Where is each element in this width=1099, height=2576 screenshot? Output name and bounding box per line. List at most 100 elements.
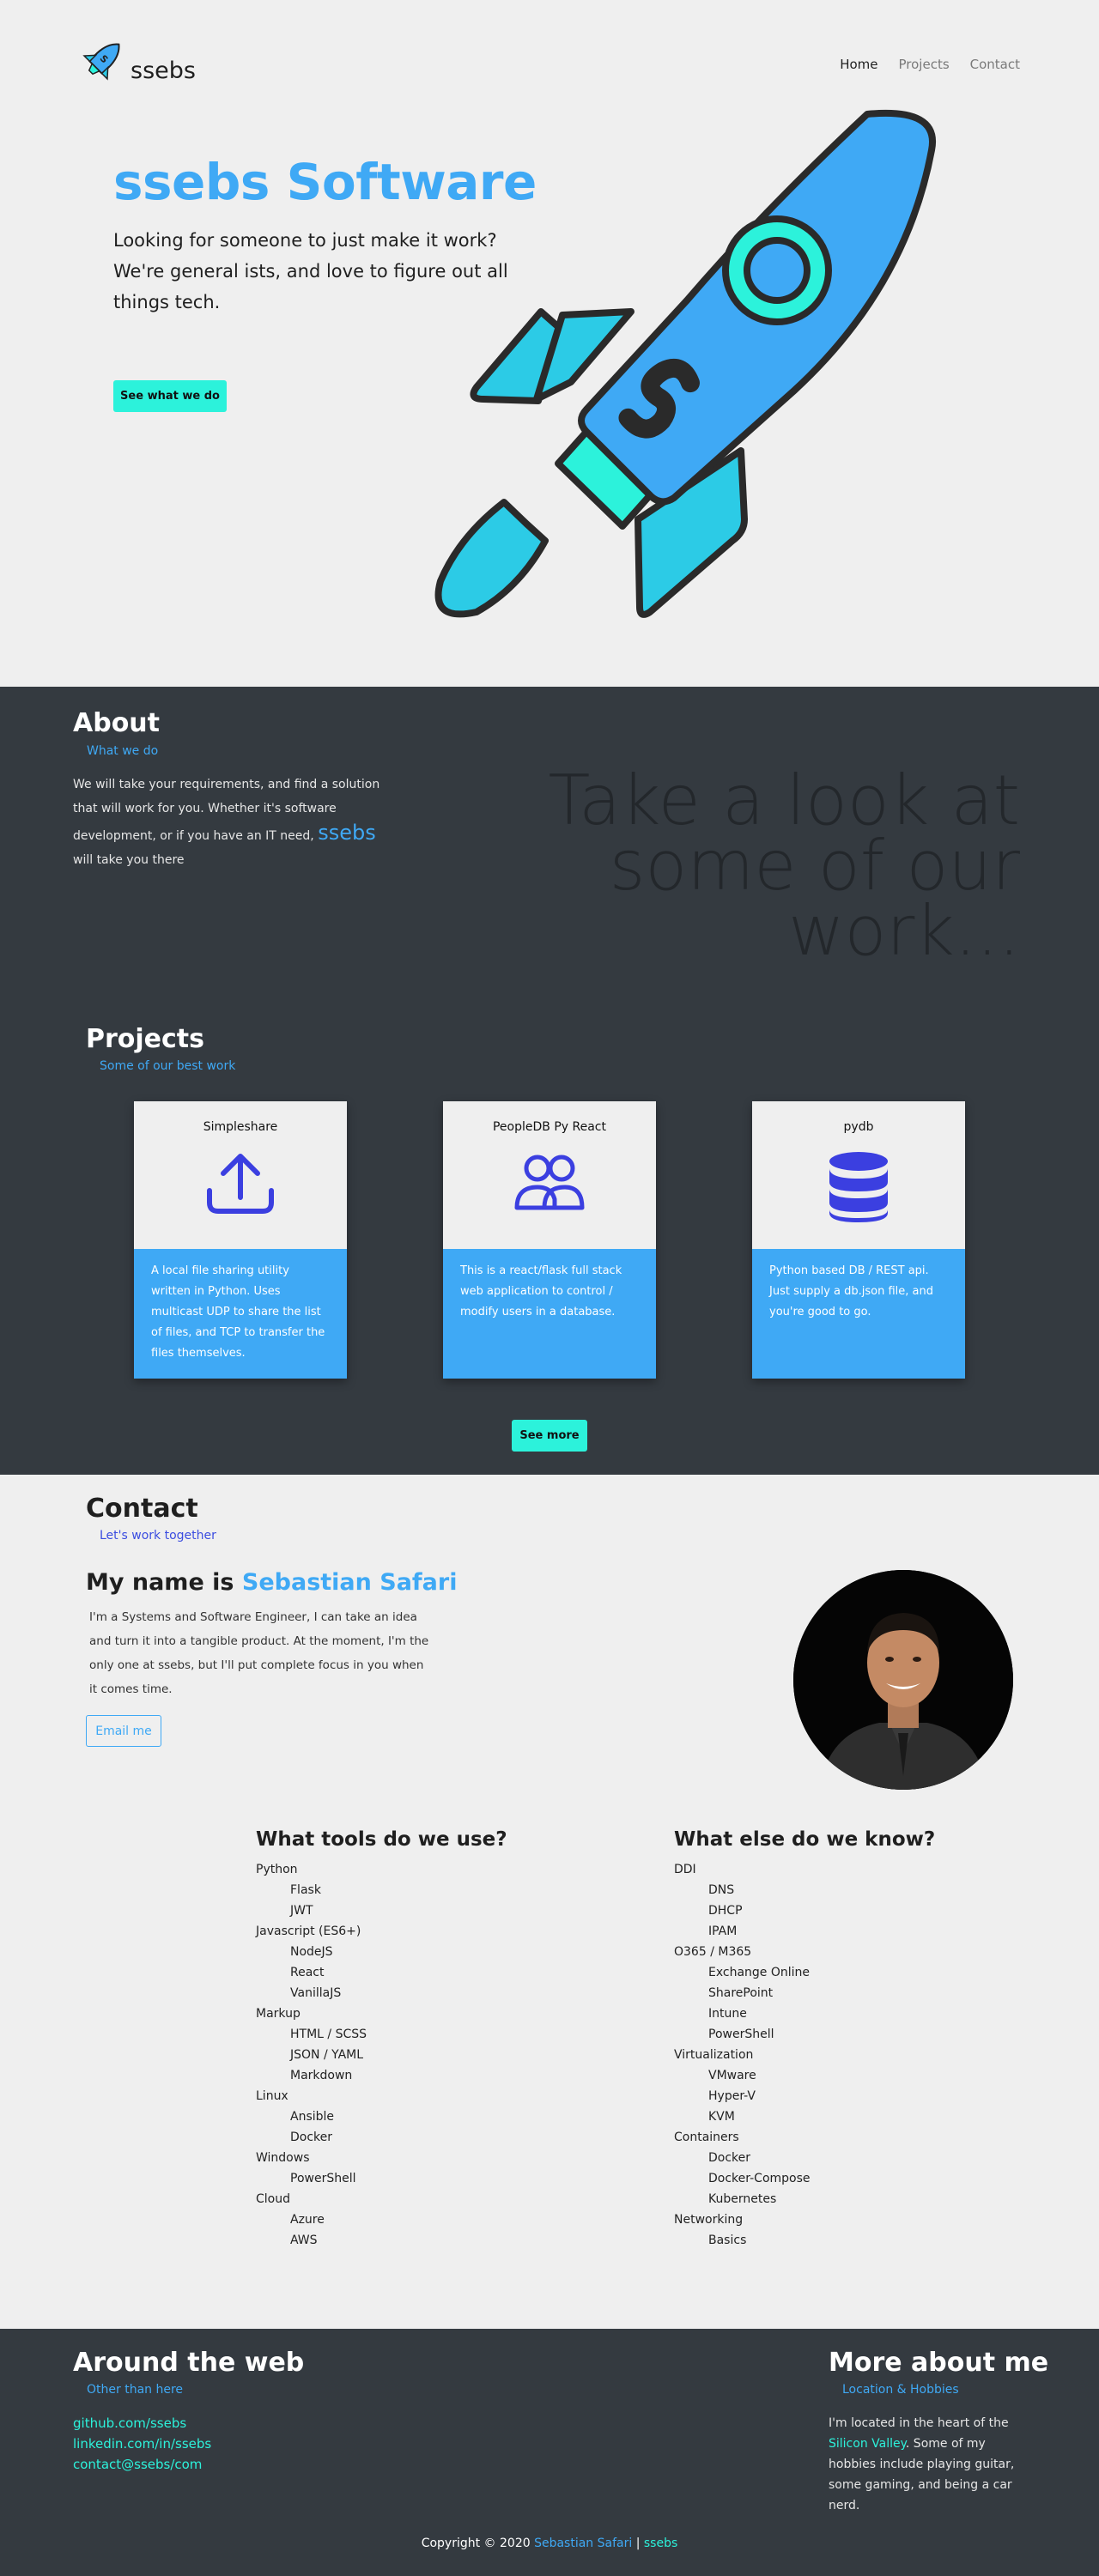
- list-item: Docker: [290, 2131, 333, 2144]
- nav-link-projects[interactable]: Projects: [899, 57, 950, 72]
- list-item: Azure: [290, 2213, 325, 2227]
- list-item: VMware: [708, 2069, 756, 2082]
- list-item: NodeJS: [290, 1945, 333, 1959]
- portrait-image: [793, 1570, 1013, 1790]
- list-group-label: O365 / M365: [674, 1945, 752, 1959]
- copyright-prefix: Copyright © 2020: [421, 2537, 531, 2550]
- work-watermark: Take a look at some of our work...: [548, 761, 1021, 971]
- tools-group-python: Python Flask JWT: [256, 1859, 531, 1921]
- contact-subtitle: Let's work together: [100, 1529, 216, 1543]
- upload-icon: [207, 1154, 274, 1214]
- about-subtitle: What we do: [87, 744, 159, 758]
- database-icon: [829, 1152, 888, 1222]
- list-item: AWS: [290, 2234, 318, 2247]
- list-item: SharePoint: [708, 1986, 774, 2000]
- knowledge-group-o365: O365 / M365 Exchange Online SharePoint I…: [674, 1942, 949, 2045]
- name-prefix: My name is: [86, 1569, 234, 1596]
- copyright-name-link[interactable]: Sebastian Safari: [534, 2537, 632, 2550]
- tools-group-markup: Markup HTML / SCSS JSON / YAML Markdown: [256, 2003, 531, 2086]
- projects-subtitle: Some of our best work: [100, 1059, 236, 1073]
- tools-list: What tools do we use? Python Flask JWT J…: [256, 1828, 531, 2251]
- list-item: DNS: [708, 1883, 735, 1897]
- list-group-label: Linux: [256, 2089, 288, 2103]
- list-item: Hyper-V: [708, 2089, 756, 2103]
- hero-section: S ssebs Home Projects Contact ssebs Soft…: [0, 0, 1099, 687]
- list-item: VanillaJS: [290, 1986, 342, 2000]
- copyright-separator: |: [635, 2537, 641, 2550]
- project-card-peopledb[interactable]: PeopleDB Py React This is a react/flask …: [443, 1101, 656, 1379]
- about-body: We will take your requirements, and find…: [73, 773, 399, 872]
- around-the-web-title: Around the web: [73, 2348, 305, 2378]
- project-name: Simpleshare: [203, 1120, 278, 1134]
- list-group-label: DDI: [674, 1863, 696, 1876]
- knowledge-group-virtualization: Virtualization VMware Hyper-V KVM: [674, 2045, 949, 2127]
- about-body-suffix: will take you there: [73, 853, 185, 867]
- see-what-we-do-button[interactable]: See what we do: [113, 380, 227, 412]
- tools-group-windows: Windows PowerShell: [256, 2148, 531, 2189]
- list-group-label: Markup: [256, 2007, 301, 2021]
- more-about-me-body: I'm located in the heart of the Silicon …: [829, 2413, 1017, 2516]
- see-more-button[interactable]: See more: [512, 1420, 587, 1452]
- rocket-logo-icon: S: [82, 43, 120, 81]
- github-link[interactable]: github.com/ssebs: [73, 2413, 211, 2434]
- users-icon: [514, 1155, 585, 1210]
- contact-title: Contact: [86, 1494, 198, 1524]
- projects-title: Projects: [86, 1024, 205, 1054]
- avatar: [793, 1570, 1013, 1790]
- project-card-simpleshare[interactable]: Simpleshare A local file sharing utility…: [134, 1101, 347, 1379]
- list-group-label: Javascript (ES6+): [256, 1924, 361, 1938]
- list-item: React: [290, 1966, 325, 1979]
- list-group-label: Containers: [674, 2131, 739, 2144]
- list-item: PowerShell: [708, 2027, 774, 2041]
- about-projects-section: About What we do We will take your requi…: [0, 687, 1099, 1475]
- list-item: Basics: [708, 2234, 747, 2247]
- list-item: Kubernetes: [708, 2192, 777, 2206]
- logo-text: ssebs: [131, 58, 196, 84]
- list-item: HTML / SCSS: [290, 2027, 367, 2041]
- contact-section: Contact Let's work together My name is S…: [0, 1475, 1099, 2329]
- knowledge-title: What else do we know?: [674, 1828, 936, 1851]
- list-item: PowerShell: [290, 2172, 356, 2185]
- contact-email-link[interactable]: contact@ssebs/com: [73, 2454, 211, 2475]
- project-name: pydb: [843, 1120, 874, 1134]
- list-item: IPAM: [708, 1924, 738, 1938]
- list-group-label: Networking: [674, 2213, 744, 2227]
- project-card-pydb[interactable]: pydb Python based DB / REST api. Just su…: [752, 1101, 965, 1379]
- knowledge-group-containers: Containers Docker Docker-Compose Kuberne…: [674, 2127, 949, 2209]
- person-name: Sebastian Safari: [241, 1569, 458, 1596]
- nav-link-home[interactable]: Home: [840, 57, 877, 72]
- list-item: Markdown: [290, 2069, 353, 2082]
- about-title: About: [73, 708, 161, 738]
- tools-group-cloud: Cloud Azure AWS: [256, 2189, 531, 2251]
- card-header: PeopleDB Py React: [443, 1101, 656, 1249]
- list-group-label: Virtualization: [674, 2048, 754, 2062]
- nav-link-contact[interactable]: Contact: [970, 57, 1020, 72]
- list-item: Intune: [708, 2007, 747, 2021]
- linkedin-link[interactable]: linkedin.com/in/ssebs: [73, 2434, 211, 2454]
- copyright: Copyright © 2020 Sebastian Safari | sseb…: [0, 2537, 1099, 2550]
- list-group-label: Python: [256, 1863, 298, 1876]
- knowledge-group-ddi: DDI DNS DHCP IPAM: [674, 1859, 949, 1942]
- contact-body: I'm a Systems and Software Engineer, I c…: [89, 1610, 429, 1696]
- knowledge-group-networking: Networking Basics: [674, 2209, 949, 2251]
- copyright-brand-link[interactable]: ssebs: [644, 2537, 677, 2550]
- card-header: Simpleshare: [134, 1101, 347, 1249]
- more-about-me-subtitle: Location & Hobbies: [842, 2383, 959, 2397]
- list-item: DHCP: [708, 1904, 743, 1918]
- list-item: JSON / YAML: [290, 2048, 364, 2062]
- card-header: pydb: [752, 1101, 965, 1249]
- project-description: Python based DB / REST api. Just supply …: [752, 1249, 965, 1379]
- social-links: github.com/ssebs linkedin.com/in/ssebs c…: [73, 2413, 211, 2475]
- list-item: JWT: [290, 1904, 313, 1918]
- site-logo[interactable]: S ssebs: [79, 36, 196, 84]
- location-highlight: Silicon Valley: [829, 2437, 906, 2451]
- tools-group-linux: Linux Ansible Docker: [256, 2086, 531, 2148]
- tools-title: What tools do we use?: [256, 1828, 507, 1851]
- around-the-web-subtitle: Other than here: [87, 2383, 184, 2397]
- footer: Around the web Other than here github.co…: [0, 2329, 1099, 2576]
- email-me-button[interactable]: Email me: [86, 1715, 161, 1747]
- tools-group-javascript: Javascript (ES6+) NodeJS React VanillaJS: [256, 1921, 531, 2003]
- project-name: PeopleDB Py React: [492, 1120, 606, 1134]
- list-item: Flask: [290, 1883, 321, 1897]
- list-item: Docker: [708, 2151, 751, 2165]
